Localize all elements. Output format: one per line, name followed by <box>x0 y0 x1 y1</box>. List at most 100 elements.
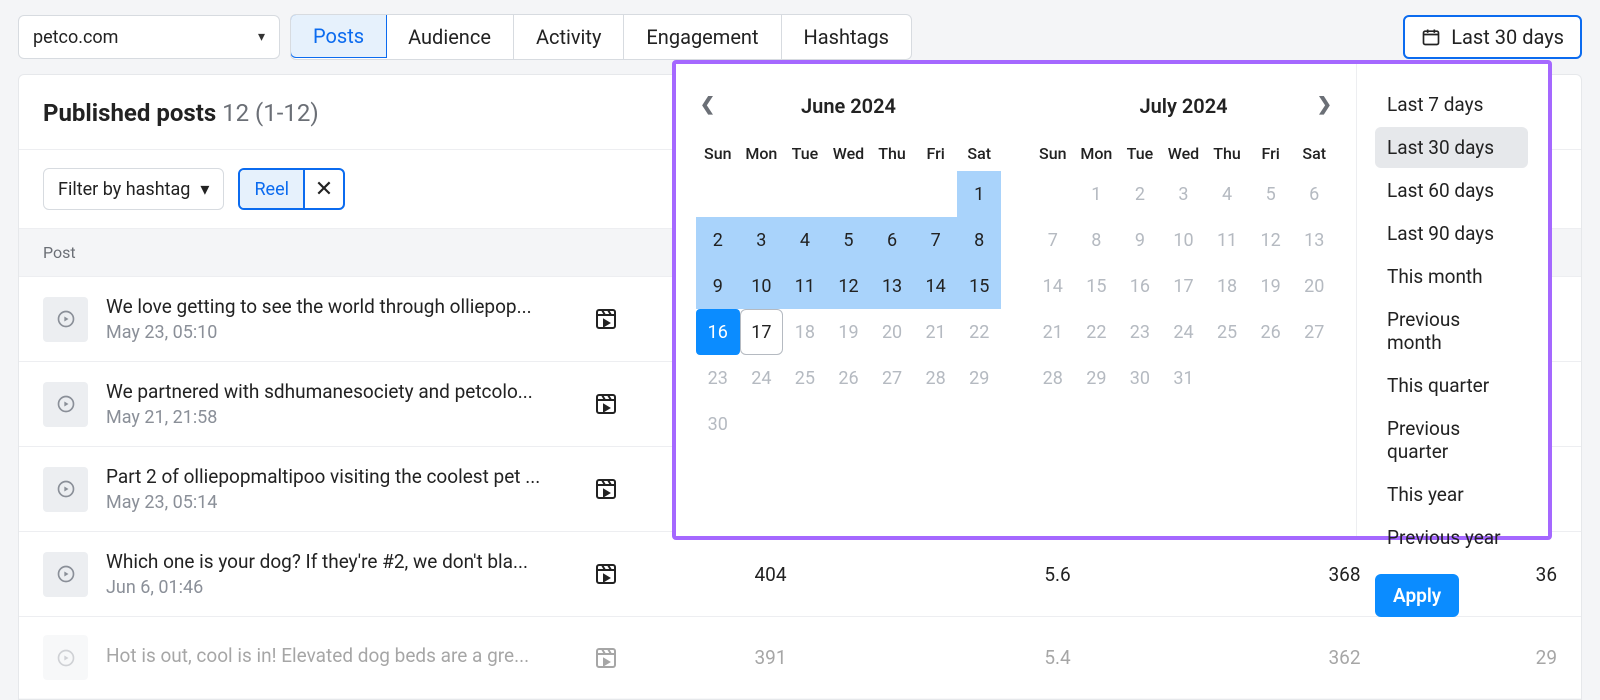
calendar-day[interactable]: 20 <box>870 309 914 355</box>
calendar-day[interactable]: 5 <box>827 217 871 263</box>
calendar-day[interactable]: 12 <box>827 263 871 309</box>
calendar-day[interactable]: 17 <box>1162 263 1206 309</box>
metric-4: 29 <box>1497 646 1557 669</box>
calendar-day[interactable]: 21 <box>1031 309 1075 355</box>
calendar-day[interactable]: 17 <box>740 309 784 355</box>
calendar-day[interactable]: 11 <box>1205 217 1249 263</box>
calendar-day[interactable]: 5 <box>1249 171 1293 217</box>
calendar-day[interactable]: 10 <box>740 263 784 309</box>
dow-label: Thu <box>1205 144 1249 163</box>
tab-audience[interactable]: Audience <box>386 15 514 59</box>
calendar-day[interactable]: 29 <box>957 355 1001 401</box>
calendar-day[interactable]: 30 <box>696 401 740 447</box>
calendar-day[interactable]: 31 <box>1162 355 1206 401</box>
date-range-label: Last 30 days <box>1451 25 1564 49</box>
calendar-day[interactable]: 6 <box>870 217 914 263</box>
calendar-day[interactable]: 23 <box>696 355 740 401</box>
calendar-day[interactable]: 15 <box>1075 263 1119 309</box>
calendar-day[interactable]: 3 <box>1162 171 1206 217</box>
calendar-day[interactable]: 30 <box>1118 355 1162 401</box>
apply-button[interactable]: Apply <box>1375 574 1459 617</box>
calendar-day[interactable]: 13 <box>870 263 914 309</box>
calendar-day[interactable]: 10 <box>1162 217 1206 263</box>
filter-hashtag-button[interactable]: Filter by hashtag ▾ <box>43 168 224 210</box>
preset-last-30-days[interactable]: Last 30 days <box>1375 127 1528 168</box>
prev-month-icon[interactable]: ❮ <box>700 94 715 115</box>
table-row[interactable]: Which one is your dog? If they're #2, we… <box>19 532 1581 617</box>
calendar-day[interactable]: 1 <box>1075 171 1119 217</box>
calendar-day[interactable]: 16 <box>696 309 740 355</box>
calendar-day[interactable]: 26 <box>1249 309 1293 355</box>
calendar-day[interactable]: 9 <box>696 263 740 309</box>
post-title: We partnered with sdhumanesociety and pe… <box>106 380 576 403</box>
calendar-day[interactable]: 16 <box>1118 263 1162 309</box>
dow-label: Fri <box>1249 144 1293 163</box>
calendar-day[interactable]: 6 <box>1292 171 1336 217</box>
filter-chip-reel[interactable]: Reel ✕ <box>238 168 345 210</box>
preset-this-year[interactable]: This year <box>1375 474 1528 515</box>
calendar-day[interactable]: 24 <box>740 355 784 401</box>
preset-last-7-days[interactable]: Last 7 days <box>1375 84 1528 125</box>
post-date: May 23, 05:10 <box>106 322 576 343</box>
preset-this-month[interactable]: This month <box>1375 256 1528 297</box>
calendar-day[interactable]: 28 <box>914 355 958 401</box>
calendar-day[interactable]: 29 <box>1075 355 1119 401</box>
calendar-day[interactable]: 19 <box>827 309 871 355</box>
preset-this-quarter[interactable]: This quarter <box>1375 365 1528 406</box>
calendar-day[interactable]: 2 <box>696 217 740 263</box>
calendar-day[interactable]: 15 <box>957 263 1001 309</box>
close-icon[interactable]: ✕ <box>303 170 343 208</box>
calendar-day[interactable]: 24 <box>1162 309 1206 355</box>
tab-hashtags[interactable]: Hashtags <box>782 15 911 59</box>
preset-last-60-days[interactable]: Last 60 days <box>1375 170 1528 211</box>
tab-engagement[interactable]: Engagement <box>624 15 781 59</box>
preset-previous-quarter[interactable]: Previous quarter <box>1375 408 1528 472</box>
calendar-day[interactable]: 14 <box>1031 263 1075 309</box>
domain-select[interactable]: petco.com ▾ <box>18 15 280 59</box>
domain-value: petco.com <box>33 27 118 48</box>
calendar-day[interactable]: 14 <box>914 263 958 309</box>
calendar-day[interactable]: 25 <box>1205 309 1249 355</box>
preset-previous-year[interactable]: Previous year <box>1375 517 1528 558</box>
calendar-day[interactable]: 11 <box>783 263 827 309</box>
calendar-day[interactable]: 22 <box>957 309 1001 355</box>
calendar-day[interactable]: 28 <box>1031 355 1075 401</box>
calendar-day[interactable]: 23 <box>1118 309 1162 355</box>
calendar-day[interactable]: 7 <box>1031 217 1075 263</box>
calendar-day[interactable]: 2 <box>1118 171 1162 217</box>
calendar-day[interactable]: 12 <box>1249 217 1293 263</box>
calendar-day[interactable]: 8 <box>957 217 1001 263</box>
calendar-day[interactable]: 1 <box>957 171 1001 217</box>
calendar-day[interactable]: 13 <box>1292 217 1336 263</box>
calendar-day[interactable]: 18 <box>1205 263 1249 309</box>
next-month-icon[interactable]: ❯ <box>1317 94 1332 115</box>
metric-2: 5.4 <box>923 646 1192 669</box>
post-thumbnail[interactable] <box>43 552 88 597</box>
calendar-day[interactable]: 8 <box>1075 217 1119 263</box>
calendar-day[interactable]: 25 <box>783 355 827 401</box>
calendar-day[interactable]: 22 <box>1075 309 1119 355</box>
calendar-day[interactable]: 20 <box>1292 263 1336 309</box>
chevron-down-icon: ▾ <box>258 29 265 45</box>
date-range-button[interactable]: Last 30 days <box>1403 15 1582 59</box>
calendar-day[interactable]: 21 <box>914 309 958 355</box>
calendar-day[interactable]: 18 <box>783 309 827 355</box>
tab-activity[interactable]: Activity <box>514 15 624 59</box>
calendar-day[interactable]: 19 <box>1249 263 1293 309</box>
calendar-day[interactable]: 27 <box>1292 309 1336 355</box>
calendar-day[interactable]: 9 <box>1118 217 1162 263</box>
preset-previous-month[interactable]: Previous month <box>1375 299 1528 363</box>
table-row[interactable]: Hot is out, cool is in! Elevated dog bed… <box>19 617 1581 699</box>
calendar-day[interactable]: 4 <box>1205 171 1249 217</box>
calendar-day[interactable]: 27 <box>870 355 914 401</box>
post-thumbnail[interactable] <box>43 467 88 512</box>
calendar-day[interactable]: 7 <box>914 217 958 263</box>
calendar-day[interactable]: 4 <box>783 217 827 263</box>
calendar-day[interactable]: 3 <box>740 217 784 263</box>
post-thumbnail[interactable] <box>43 635 88 680</box>
post-thumbnail[interactable] <box>43 382 88 427</box>
tab-posts[interactable]: Posts <box>290 14 387 58</box>
preset-last-90-days[interactable]: Last 90 days <box>1375 213 1528 254</box>
calendar-day[interactable]: 26 <box>827 355 871 401</box>
post-thumbnail[interactable] <box>43 297 88 342</box>
